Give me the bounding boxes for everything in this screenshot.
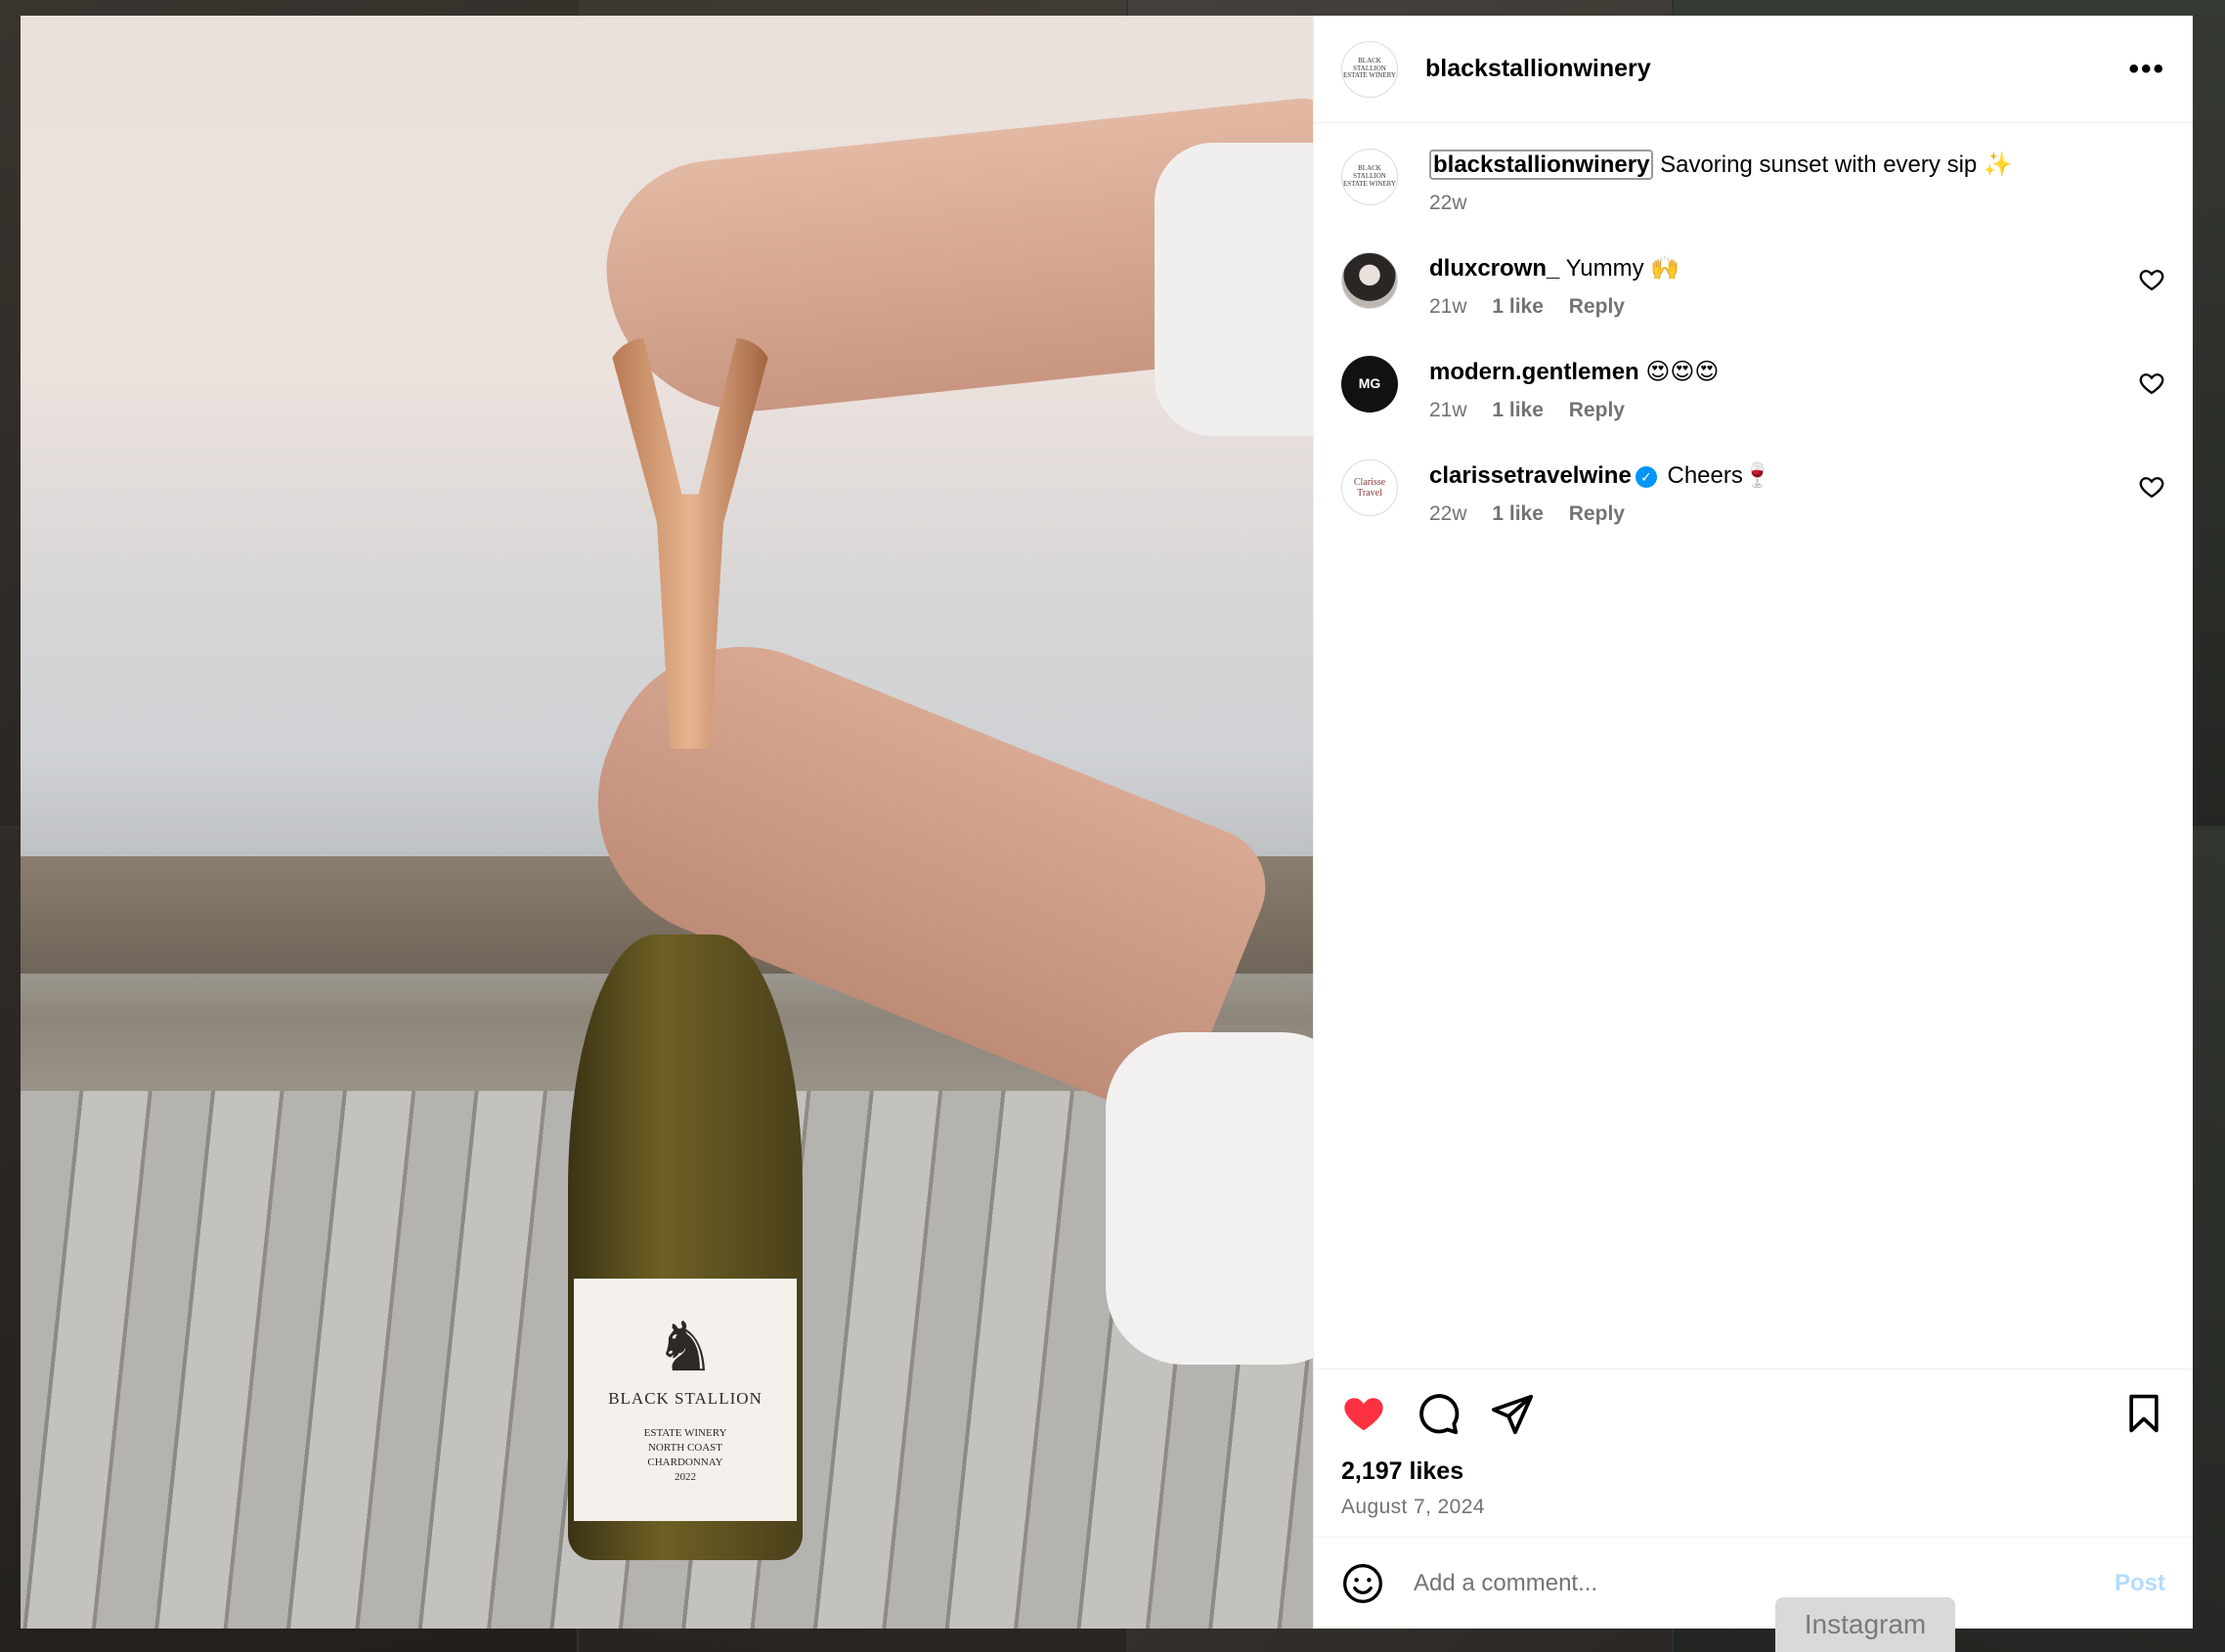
bookmark-icon[interactable] [2122,1391,2165,1436]
comments-list: BLACK STALLION ESTATE WINERY blackstalli… [1314,123,2193,1369]
post-side-panel: BLACK STALLION ESTATE WINERY blackstalli… [1313,16,2193,1629]
comment-body: clarissetravelwine ✓ Cheers🍷 22w 1 like R… [1429,459,2138,526]
caption-meta: 22w [1429,192,2165,215]
heart-outline-icon[interactable] [2138,370,2165,397]
comment-composer: Add a comment... Post [1314,1537,2193,1629]
verified-badge-icon: ✓ [1635,465,1657,488]
comment-line: clarissetravelwine ✓ Cheers🍷 [1429,459,2138,493]
heart-outline-icon[interactable] [2138,473,2165,500]
label-region: NORTH COAST [647,1442,723,1455]
post-modal: ♞ BLACK STALLION ESTATE WINERY NORTH COA… [21,16,2193,1629]
post-comment-button[interactable]: Post [2115,1570,2165,1597]
comment-reply-button[interactable]: Reply [1569,502,1625,525]
caption-text: Savoring sunset with every sip ✨ [1660,152,2013,178]
caption-avatar[interactable]: BLACK STALLION ESTATE WINERY [1341,149,1398,205]
comment-body: dluxcrown_ Yummy 🙌 21w 1 like Reply [1429,252,2138,319]
label-brand: BLACK STALLION [608,1389,763,1409]
comment-likes[interactable]: 1 like [1492,295,1544,318]
label-vintage: 2022 [675,1470,696,1483]
comment-item: Clarisse Travel clarissetravelwine ✓ Chee… [1341,459,2165,526]
label-subtext: ESTATE WINERY NORTH COAST CHARDONNAY 202… [644,1426,727,1484]
comment-text: 😍😍😍 [1645,359,1720,385]
caption-body: blackstallionwinery Savoring sunset with… [1429,149,2165,215]
heart-filled-icon[interactable] [1341,1391,1386,1436]
comment-text: Yummy 🙌 [1565,255,1680,282]
commenter-avatar[interactable] [1341,252,1398,309]
comment-likes[interactable]: 1 like [1492,399,1544,421]
comment-body: modern.gentlemen 😍😍😍 21w 1 like Reply [1429,356,2138,422]
comment-time[interactable]: 21w [1429,295,1467,318]
caption-line: blackstallionwinery Savoring sunset with… [1429,149,2165,182]
comment-reply-button[interactable]: Reply [1569,399,1625,421]
comment-input[interactable]: Add a comment... [1414,1570,2115,1597]
caption: BLACK STALLION ESTATE WINERY blackstalli… [1341,149,2165,215]
caption-time[interactable]: 22w [1429,192,1467,214]
comment-item: dluxcrown_ Yummy 🙌 21w 1 like Reply [1341,252,2165,319]
comment-username[interactable]: dluxcrown_ [1429,255,1559,282]
post-image[interactable]: ♞ BLACK STALLION ESTATE WINERY NORTH COA… [21,16,1313,1629]
caption-username[interactable]: blackstallionwinery [1429,150,1654,180]
horse-logo-icon: ♞ [654,1311,717,1387]
comment-line: modern.gentlemen 😍😍😍 [1429,356,2138,389]
bottle-label: ♞ BLACK STALLION ESTATE WINERY NORTH COA… [574,1279,797,1521]
commenter-avatar[interactable]: MG [1341,356,1398,413]
likes-count[interactable]: 2,197 likes [1341,1457,2165,1486]
comment-likes[interactable]: 1 like [1492,502,1544,525]
comment-icon[interactable] [1416,1391,1461,1436]
post-header: BLACK STALLION ESTATE WINERY blackstalli… [1314,16,2193,123]
comment-username[interactable]: modern.gentlemen [1429,359,1639,385]
comment-time[interactable]: 21w [1429,399,1467,421]
image-sleeve-top [1155,143,1313,436]
comment-time[interactable]: 22w [1429,502,1467,525]
commenter-avatar[interactable]: Clarisse Travel [1341,459,1398,516]
comment-meta: 21w 1 like Reply [1429,295,2138,319]
post-actions: 2,197 likes August 7, 2024 [1314,1369,2193,1537]
comment-reply-button[interactable]: Reply [1569,295,1625,318]
instagram-toast: Instagram [1775,1597,1955,1652]
post-date[interactable]: August 7, 2024 [1341,1496,2165,1519]
heart-outline-icon[interactable] [2138,266,2165,293]
emoji-icon[interactable] [1341,1562,1384,1605]
author-avatar[interactable]: BLACK STALLION ESTATE WINERY [1341,40,1398,98]
action-icons [1341,1391,2165,1436]
comment-item: MG modern.gentlemen 😍😍😍 21w 1 like Reply [1341,356,2165,422]
label-varietal: CHARDONNAY [647,1456,723,1468]
label-estate: ESTATE WINERY [643,1427,727,1440]
comment-line: dluxcrown_ Yummy 🙌 [1429,252,2138,285]
image-sleeve-bottom [1106,1032,1313,1365]
comment-meta: 22w 1 like Reply [1429,502,2138,526]
comment-text: Cheers🍷 [1667,462,1772,489]
share-send-icon[interactable] [1490,1391,1535,1436]
comment-meta: 21w 1 like Reply [1429,399,2138,422]
comment-username[interactable]: clarissetravelwine [1429,462,1632,489]
more-horizontal-icon[interactable]: ••• [2128,53,2165,86]
author-username[interactable]: blackstallionwinery [1425,55,1651,83]
